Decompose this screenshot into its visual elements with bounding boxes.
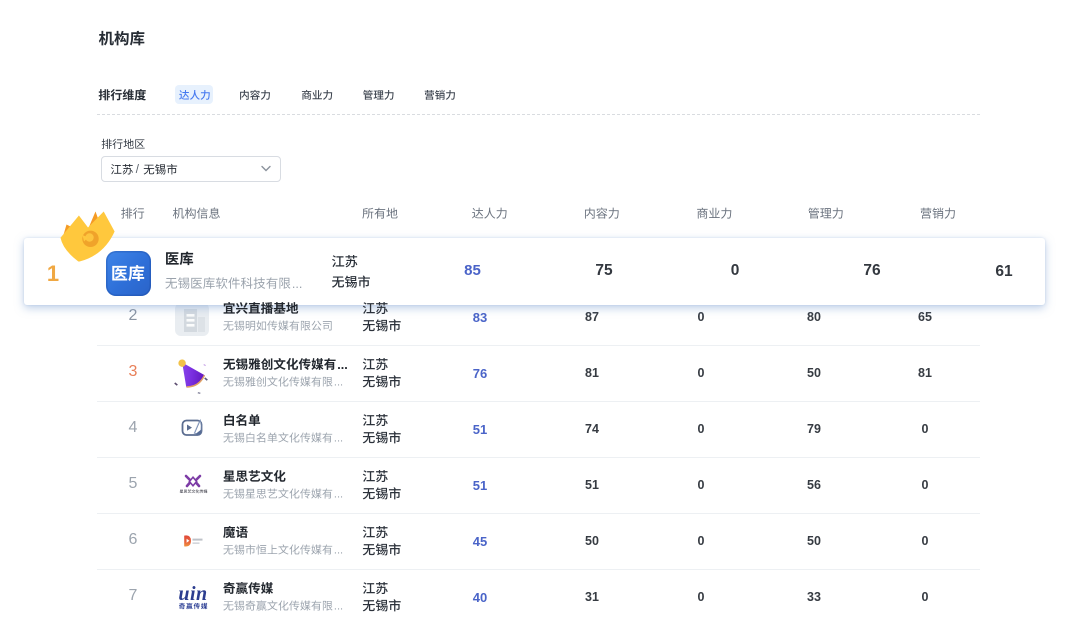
- svg-text:...: ...: [334, 601, 343, 613]
- svg-text:...: ...: [334, 545, 343, 557]
- svg-text:...: ...: [334, 489, 343, 501]
- svg-text:...: ...: [337, 358, 348, 372]
- svg-text:...: ...: [292, 277, 303, 291]
- svg-text:...: ...: [334, 377, 343, 389]
- svg-text:/: /: [136, 164, 140, 176]
- svg-text:...: ...: [334, 433, 343, 445]
